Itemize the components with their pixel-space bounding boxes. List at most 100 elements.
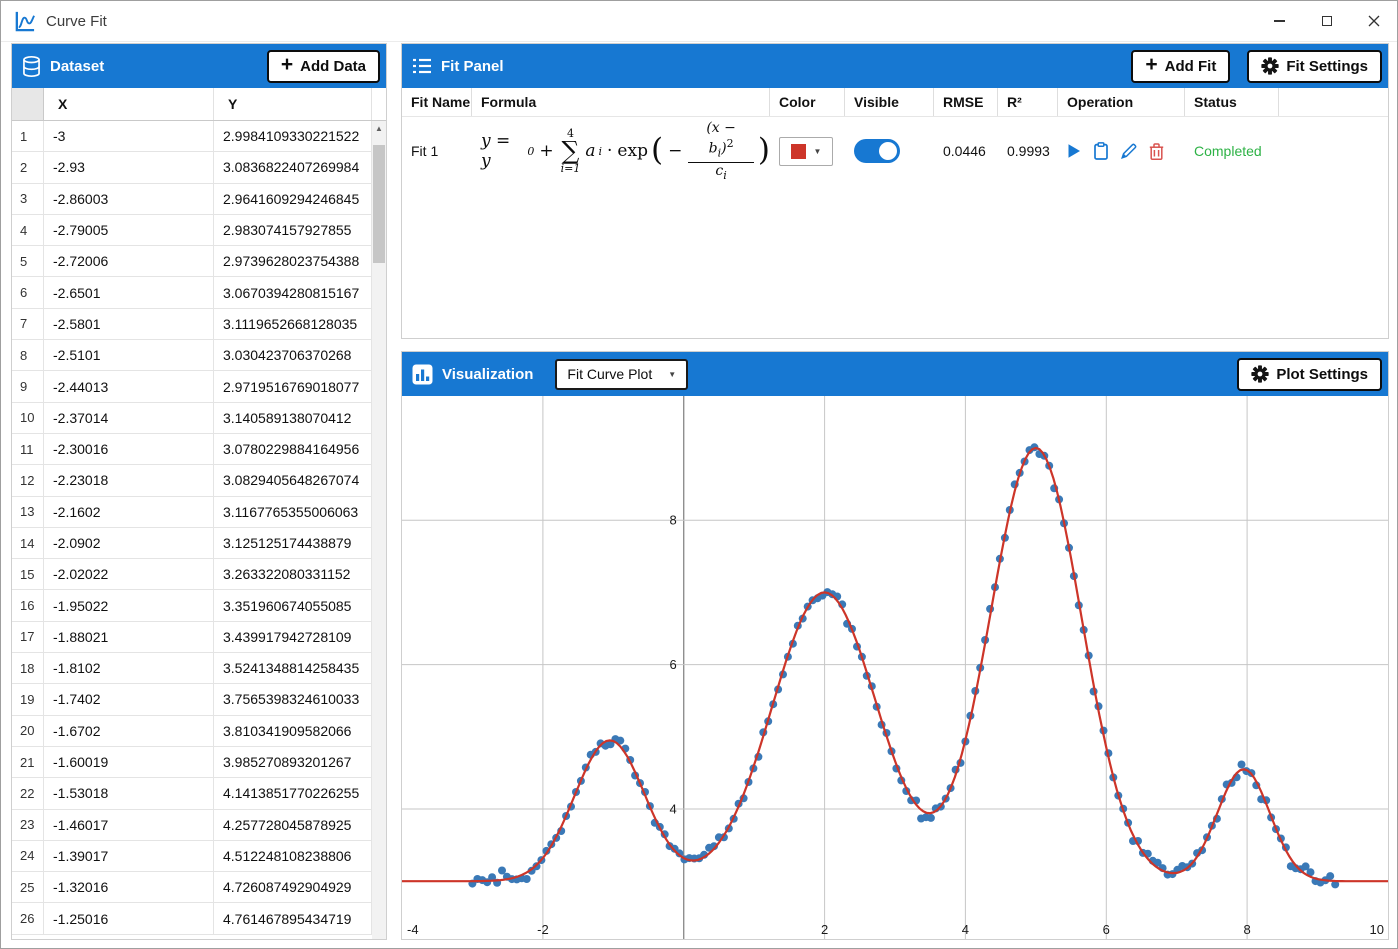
cell-y: 3.810341909582066 <box>214 716 372 746</box>
table-row[interactable]: 17-1.880213.439917942728109 <box>12 622 372 653</box>
run-fit-button[interactable] <box>1067 143 1081 159</box>
fit-panel: Fit Panel + Add Fit Fit Settings Fit Nam… <box>401 43 1389 339</box>
table-row[interactable]: 7-2.58013.1119652668128035 <box>12 309 372 340</box>
table-row[interactable]: 8-2.51013.030423706370268 <box>12 340 372 371</box>
delete-fit-button[interactable] <box>1149 143 1164 160</box>
table-row[interactable]: 21-1.600193.985270893201267 <box>12 747 372 778</box>
copy-fit-button[interactable] <box>1093 142 1109 160</box>
row-number: 9 <box>12 371 44 401</box>
fit-settings-label: Fit Settings <box>1286 58 1368 75</box>
table-row[interactable]: 15-2.020223.263322080331152 <box>12 559 372 590</box>
caret-down-icon: ▼ <box>814 147 822 156</box>
minimize-button[interactable] <box>1256 1 1303 41</box>
caret-down-icon: ▼ <box>668 370 676 379</box>
cell-y: 3.439917942728109 <box>214 622 372 652</box>
scrollbar-thumb[interactable] <box>373 145 385 263</box>
row-number: 17 <box>12 622 44 652</box>
x-tick-label: 4 <box>962 922 969 937</box>
cell-y: 3.5241348814258435 <box>214 653 372 683</box>
visible-toggle[interactable] <box>854 139 900 163</box>
window-title: Curve Fit <box>46 13 107 30</box>
col-rmse: RMSE <box>934 88 998 116</box>
clipboard-icon <box>1093 142 1109 160</box>
y-tick-label: 4 <box>669 802 676 817</box>
table-row[interactable]: 5-2.720062.9739628023754388 <box>12 246 372 277</box>
table-row[interactable]: 2-2.933.0836822407269984 <box>12 152 372 183</box>
cell-y: 3.351960674055085 <box>214 590 372 620</box>
table-row[interactable]: 3-2.860032.9641609294246845 <box>12 184 372 215</box>
table-row[interactable]: 12-2.230183.0829405648267074 <box>12 465 372 496</box>
sum-symbol: 4 ∑ i=1 <box>561 128 581 174</box>
plot-type-value: Fit Curve Plot <box>567 366 652 382</box>
add-data-button[interactable]: + Add Data <box>267 50 380 83</box>
table-row[interactable]: 24-1.390174.512248108238806 <box>12 841 372 872</box>
table-row[interactable]: 13-2.16023.1167765355006063 <box>12 497 372 528</box>
database-icon <box>22 56 41 77</box>
play-icon <box>1067 143 1081 159</box>
table-row[interactable]: 6-2.65013.0670394280815167 <box>12 277 372 308</box>
add-fit-button[interactable]: + Add Fit <box>1131 50 1230 83</box>
table-row[interactable]: 18-1.81023.5241348814258435 <box>12 653 372 684</box>
row-number: 23 <box>12 810 44 840</box>
table-row[interactable]: 19-1.74023.7565398324610033 <box>12 684 372 715</box>
x-tick-label: 10 <box>1370 922 1384 937</box>
cell-y: 3.140589138070412 <box>214 403 372 433</box>
cell-y: 4.1413851770226255 <box>214 778 372 808</box>
table-row[interactable]: 16-1.950223.351960674055085 <box>12 590 372 621</box>
visualization-title: Visualization <box>442 366 533 383</box>
bar-chart-icon <box>412 364 433 385</box>
cell-x: -1.60019 <box>44 747 214 777</box>
fit-panel-title: Fit Panel <box>441 58 504 75</box>
row-number: 2 <box>12 152 44 182</box>
app-icon <box>13 10 36 33</box>
maximize-icon <box>1322 16 1332 26</box>
fit-color-dropdown[interactable]: ▼ <box>779 137 833 166</box>
plot-type-dropdown[interactable]: Fit Curve Plot ▼ <box>555 359 688 390</box>
cell-x: -1.39017 <box>44 841 214 871</box>
cell-x: -1.7402 <box>44 684 214 714</box>
gear-icon <box>1261 57 1279 75</box>
formula-plus: + <box>539 141 553 161</box>
table-row[interactable]: 25-1.320164.726087492904929 <box>12 872 372 903</box>
edit-fit-button[interactable] <box>1121 143 1137 159</box>
table-row[interactable]: 4-2.790052.983074157927855 <box>12 215 372 246</box>
row-number: 26 <box>12 903 44 933</box>
fit-settings-button[interactable]: Fit Settings <box>1247 50 1382 83</box>
row-number: 10 <box>12 403 44 433</box>
formula-coef: a <box>585 141 595 161</box>
cell-x: -1.32016 <box>44 872 214 902</box>
table-row[interactable]: 10-2.370143.140589138070412 <box>12 403 372 434</box>
cell-x: -2.72006 <box>44 246 214 276</box>
dataset-panel: Dataset + Add Data X Y 1-32.998410933022… <box>11 43 387 940</box>
close-icon <box>1368 15 1380 27</box>
table-row[interactable]: 22-1.530184.1413851770226255 <box>12 778 372 809</box>
minimize-icon <box>1274 20 1285 22</box>
plot-canvas[interactable]: -4-2246810468 <box>402 396 1388 939</box>
formula-lhs-sub: 0 <box>527 145 534 158</box>
y-tick-label: 6 <box>669 657 676 672</box>
cell-x: -1.88021 <box>44 622 214 652</box>
cell-x: -1.53018 <box>44 778 214 808</box>
table-row[interactable]: 9-2.440132.9719516769018077 <box>12 371 372 402</box>
row-number: 8 <box>12 340 44 370</box>
cell-x: -1.25016 <box>44 903 214 933</box>
table-row[interactable]: 14-2.09023.125125174438879 <box>12 528 372 559</box>
formula-lhs: y = y <box>481 131 524 171</box>
plot-settings-button[interactable]: Plot Settings <box>1237 358 1382 391</box>
cell-y: 2.9739628023754388 <box>214 246 372 276</box>
column-header-y: Y <box>214 88 372 120</box>
dataset-scrollbar[interactable]: ▲ <box>372 121 386 939</box>
table-row[interactable]: 1-32.9984109330221522 <box>12 121 372 152</box>
cell-x: -2.5101 <box>44 340 214 370</box>
maximize-button[interactable] <box>1303 1 1350 41</box>
close-button[interactable] <box>1350 1 1397 41</box>
table-row[interactable]: 23-1.460174.257728045878925 <box>12 810 372 841</box>
cell-y: 2.983074157927855 <box>214 215 372 245</box>
fit-row[interactable]: Fit 1 y = y0 + 4 ∑ i=1 ai · exp ( − (x −… <box>402 117 1388 185</box>
table-row[interactable]: 20-1.67023.810341909582066 <box>12 716 372 747</box>
table-row[interactable]: 26-1.250164.761467895434719 <box>12 903 372 934</box>
scroll-up-button[interactable]: ▲ <box>372 121 386 136</box>
table-row[interactable]: 11-2.300163.0780229884164956 <box>12 434 372 465</box>
cell-y: 3.1167765355006063 <box>214 497 372 527</box>
scatter-series <box>468 443 1339 888</box>
